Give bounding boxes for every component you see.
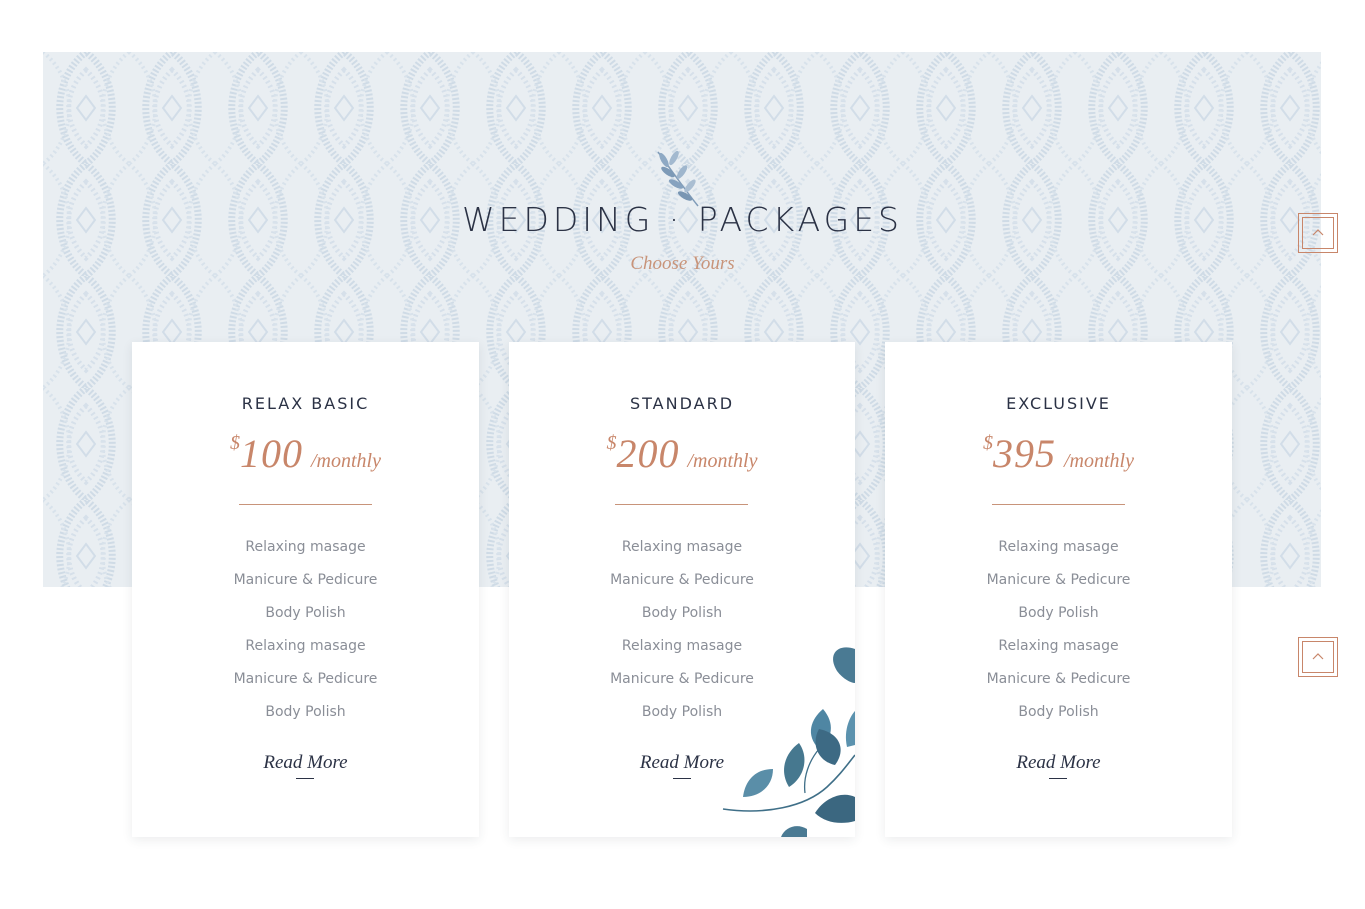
list-item: Body Polish [265,605,346,621]
list-item: Body Polish [1018,704,1099,720]
price-amount: 100 [240,431,303,476]
package-price: $100/monthly [132,430,479,477]
read-more-link[interactable]: Read More [885,752,1232,774]
read-more-link[interactable]: Read More [509,752,855,774]
package-card-exclusive: EXCLUSIVE $395/monthly Relaxing masage M… [885,342,1232,837]
price-divider [615,504,748,505]
package-name: STANDARD [629,394,735,413]
price-divider [992,504,1125,505]
list-item: Manicure & Pedicure [610,572,754,588]
list-item: Manicure & Pedicure [233,671,378,687]
list-item: Body Polish [265,704,346,720]
package-name: EXCLUSIVE [1006,394,1111,413]
price-divider [239,504,372,505]
read-more-underline [1049,778,1067,779]
section-subtitle: Choose Yours [630,253,735,274]
list-item: Relaxing masage [245,539,366,555]
scroll-top-button[interactable] [1298,213,1338,253]
price-period: /monthly [311,450,381,472]
package-card-relax-basic: RELAX BASIC $100/monthly Relaxing masage… [132,342,479,837]
package-name: RELAX BASIC [241,394,370,413]
price-currency: $ [230,432,240,454]
price-period: /monthly [687,450,758,472]
list-item: Relaxing masage [621,638,743,654]
package-card-standard: STANDARD $200/monthly Relaxing masage Ma… [509,342,855,837]
list-item: Body Polish [641,605,723,621]
chevron-up-icon [1312,229,1324,236]
list-item: Body Polish [641,704,723,720]
list-item: Relaxing masage [245,638,366,654]
price-currency: $ [983,432,993,454]
list-item: Manicure & Pedicure [233,572,378,588]
list-item: Manicure & Pedicure [986,671,1131,687]
read-more-underline [296,778,314,779]
read-more-link[interactable]: Read More [132,752,479,774]
chevron-up-icon [1312,653,1324,660]
list-item: Manicure & Pedicure [986,572,1131,588]
price-period: /monthly [1064,450,1134,472]
package-price: $395/monthly [885,430,1232,477]
feature-list: Relaxing masage Manicure & Pedicure Body… [132,536,479,734]
list-item: Manicure & Pedicure [610,671,754,687]
scroll-top-button-secondary[interactable] [1298,637,1338,677]
section-title: WEDDING · PACKAGES [461,200,903,239]
read-more-underline [673,778,691,779]
package-price: $200/monthly [509,430,855,477]
list-item: Relaxing masage [998,539,1119,555]
feature-list: Relaxing masage Manicure & Pedicure Body… [885,536,1232,734]
price-amount: 200 [616,431,680,476]
list-item: Relaxing masage [621,539,743,555]
list-item: Body Polish [1018,605,1099,621]
list-item: Relaxing masage [998,638,1119,654]
price-amount: 395 [993,431,1056,476]
feature-list: Relaxing masage Manicure & Pedicure Body… [509,536,855,734]
price-currency: $ [606,432,617,454]
